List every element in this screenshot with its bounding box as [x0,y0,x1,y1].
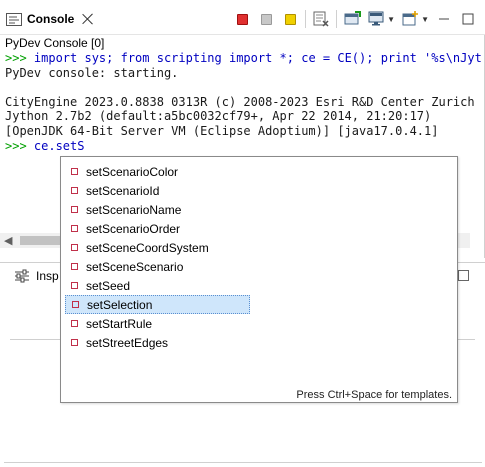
completion-item-label: setScenarioOrder [86,221,181,236]
method-icon [71,263,78,270]
console-command: import sys; from scripting import *; ce … [33,51,481,65]
toolbar-separator [336,10,338,28]
completion-item-label: setStreetEdges [86,335,169,350]
console-tabbar: Console ▼ ▼ [0,0,485,35]
console-output-text: CityEngine 2023.0.8838 0313R (c) 2008-20… [5,94,475,109]
chevron-down-icon[interactable]: ▼ [387,15,395,24]
completion-item[interactable]: setScenarioName [65,200,250,219]
scrollbar-thumb[interactable] [20,236,65,245]
console-line: [OpenJDK 64-Bit Server VM (Eclipse Adopt… [5,124,481,139]
clear-console-button[interactable] [312,10,330,28]
completion-item[interactable]: setScenarioColor [65,162,250,181]
terminate-button[interactable] [233,10,251,28]
new-console-icon [402,11,419,26]
scroll-lock-button[interactable] [281,10,299,28]
open-console-button[interactable] [401,10,419,28]
pin-console-button[interactable] [343,10,361,28]
maximize-icon[interactable] [458,270,469,281]
pin-console-icon [344,11,361,25]
completion-item[interactable]: setSelection [65,295,250,314]
console-command: ce.setS [33,138,85,153]
minimize-button[interactable] [435,10,453,28]
method-icon [71,206,78,213]
completion-popup: setScenarioColor setScenarioId setScenario… [60,156,458,403]
method-icon [72,301,79,308]
completion-item-label: setSceneCoordSystem [86,240,209,255]
display-selected-console-button[interactable] [367,10,385,28]
close-icon[interactable] [81,12,95,26]
method-icon [71,244,78,251]
console-line: CityEngine 2023.0.8838 0313R (c) 2008-20… [5,95,481,110]
scroll-lock-icon [284,13,296,25]
console-line: PyDev console: starting. [5,66,481,81]
chevron-down-icon[interactable]: ▼ [421,15,429,24]
completion-item[interactable]: setSceneCoordSystem [65,238,250,257]
sliders-icon [15,269,29,283]
console-output-text: PyDev console: starting. [5,65,179,80]
completion-item[interactable]: setStreetEdges [65,333,250,352]
tab-inspector-label: Insp [36,269,59,283]
maximize-icon [462,13,474,25]
console-output-text: Jython 2.7b2 (default:a5bc0032cf79+, Apr… [5,109,432,124]
completion-item[interactable]: setScenarioOrder [65,219,250,238]
completion-hint: Press Ctrl+Space for templates. [296,389,452,401]
monitor-icon [368,11,384,26]
completion-item-label: setStartRule [86,316,153,331]
clear-console-icon [313,11,329,27]
completion-item-label: setScenarioId [86,183,160,198]
divider [4,462,482,463]
method-icon [71,320,78,327]
completion-item-label: setSeed [86,278,131,293]
tab-console[interactable]: Console [6,8,95,30]
tab-console-label: Console [27,12,75,26]
maximize-button[interactable] [459,10,477,28]
method-icon [71,282,78,289]
method-icon [71,225,78,232]
scroll-left-icon[interactable]: ◀ [4,234,12,247]
console-line: Jython 2.7b2 (default:a5bc0032cf79+, Apr… [5,109,481,124]
console-prompt: >>> [5,138,34,153]
toolbar-separator [305,10,307,28]
terminate-icon [236,13,248,25]
minimize-icon [439,18,449,20]
method-icon [71,339,78,346]
console-prompt: >>> [5,51,34,65]
completion-item-label: setSceneScenario [86,259,184,274]
tab-inspector[interactable]: Insp [14,269,59,283]
completion-list: setScenarioColor setScenarioId setScenario… [65,162,250,352]
stop-disabled-icon [260,13,272,25]
completion-item-label: setScenarioColor [86,164,179,179]
method-icon [71,168,78,175]
console-subtitle: PyDev Console [0] [5,36,105,50]
remove-all-terminated-button[interactable] [257,10,275,28]
completion-item[interactable]: setStartRule [65,314,250,333]
completion-item[interactable]: setSceneScenario [65,257,250,276]
completion-item[interactable]: setSeed [65,276,250,295]
method-icon [71,187,78,194]
completion-item-label: setScenarioName [86,202,182,217]
completion-item[interactable]: setScenarioId [65,181,250,200]
console-icon [6,12,22,26]
completion-item-label: setSelection [87,297,153,312]
console-line: >>> ce.setS [5,139,481,154]
console-output-text: [OpenJDK 64-Bit Server VM (Eclipse Adopt… [5,123,439,138]
console-toolbar: ▼ ▼ [233,9,477,29]
console-line: >>> import sys; from scripting import *;… [5,51,481,66]
